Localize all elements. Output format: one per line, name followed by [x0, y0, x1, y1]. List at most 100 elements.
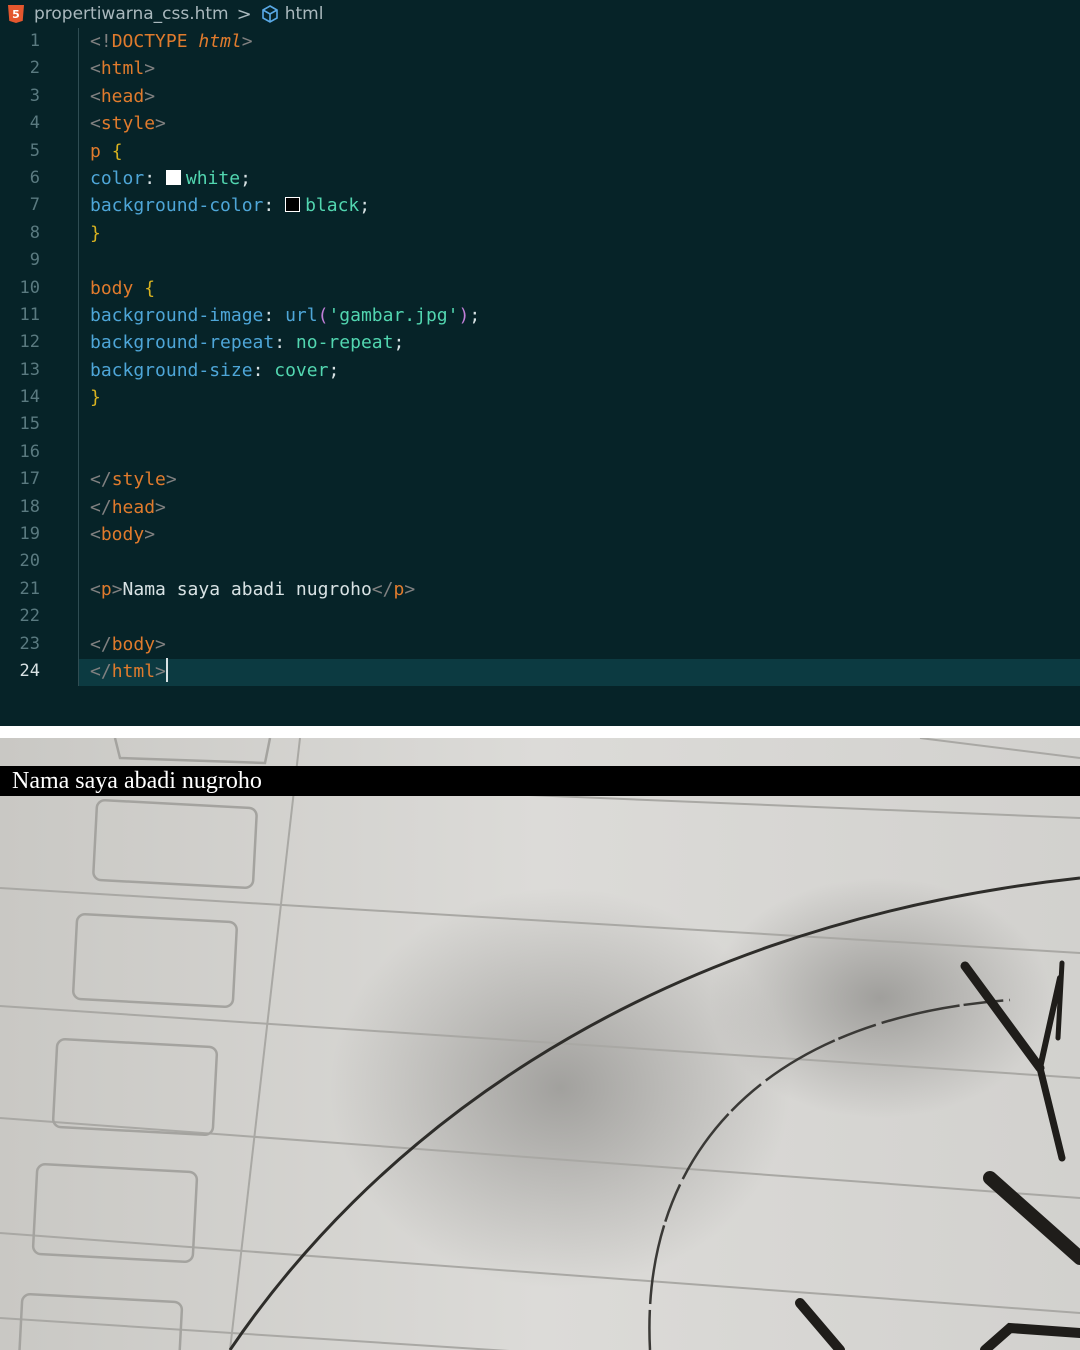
code-line[interactable]: [90, 439, 480, 466]
code-token: (: [317, 304, 329, 326]
code-editor[interactable]: 5 propertiwarna_css.htm > html 123456789…: [0, 0, 1080, 726]
code-token: 'gambar.jpg': [328, 304, 459, 326]
code-token: }: [90, 222, 101, 244]
code-token: :: [263, 304, 286, 326]
code-token: >: [404, 578, 416, 600]
code-token: </: [371, 578, 394, 600]
code-token: ;: [393, 332, 405, 354]
line-number: 4: [29, 113, 40, 134]
code-token: ;: [328, 359, 340, 381]
code-token: >: [241, 31, 253, 52]
code-token: :: [144, 167, 166, 189]
code-token: {: [111, 140, 123, 162]
code-token: background-image: [90, 304, 264, 326]
code-token: black: [305, 195, 360, 217]
code-token: >: [155, 660, 166, 682]
code-token: </: [90, 496, 112, 518]
code-line[interactable]: <head>: [90, 83, 480, 110]
code-line[interactable]: body {: [90, 275, 480, 302]
code-line[interactable]: }: [90, 384, 480, 411]
code-line[interactable]: <body>: [90, 521, 480, 548]
code-token: :: [263, 195, 286, 217]
line-number: 19: [19, 524, 40, 545]
line-number-gutter: 1 2 3 4 5 6 7 8 9 10 11 12 13 14 15 16 17 18 19 20 21 22 23 24: [0, 28, 60, 685]
line-number: 10: [19, 277, 40, 298]
breadcrumb-file[interactable]: propertiwarna_css.htm: [34, 4, 229, 24]
code-token: >: [165, 469, 177, 491]
background-photo: [0, 738, 1080, 1350]
line-number: 13: [19, 359, 40, 380]
code-token: style: [100, 113, 156, 135]
code-token: >: [144, 524, 156, 546]
line-number: 6: [29, 167, 40, 188]
line-number: 14: [19, 387, 40, 408]
code-token: html: [198, 31, 242, 52]
line-number: 12: [19, 332, 40, 353]
text-cursor: [165, 657, 168, 682]
code-line[interactable]: color: white;: [90, 165, 480, 192]
code-token: url: [285, 304, 318, 326]
code-token: :: [252, 359, 275, 381]
code-line[interactable]: <p>Nama saya abadi nugroho</p>: [90, 576, 480, 603]
code-token: <: [90, 524, 101, 546]
code-line[interactable]: </html>: [90, 657, 480, 685]
code-line[interactable]: [90, 603, 480, 630]
code-line[interactable]: [90, 548, 480, 575]
code-line[interactable]: <!DOCTYPE html>: [90, 28, 480, 55]
code-token: >: [111, 578, 123, 600]
code-line[interactable]: </head>: [90, 494, 480, 521]
line-number: 22: [19, 606, 40, 627]
code-line[interactable]: </body>: [90, 631, 480, 658]
code-token: head: [111, 496, 156, 518]
code-token: head: [100, 85, 145, 107]
code-token: >: [155, 113, 166, 135]
code-token: ): [458, 304, 470, 326]
code-token: html: [100, 58, 145, 80]
code-token: color: [90, 167, 145, 189]
code-token: {: [144, 277, 156, 299]
code-token: html: [111, 660, 156, 682]
code-token: </: [90, 660, 112, 682]
code-line[interactable]: <style>: [90, 110, 480, 137]
code-line[interactable]: background-color: black;: [90, 192, 480, 219]
breadcrumb-symbol[interactable]: html: [285, 4, 324, 24]
code-line[interactable]: background-image: url('gambar.jpg');: [90, 302, 480, 329]
line-number: 16: [19, 441, 40, 462]
breadcrumb-separator: >: [236, 3, 252, 25]
code-token: Nama saya abadi nugroho: [122, 578, 372, 600]
color-swatch[interactable]: [285, 197, 301, 213]
code-token: body: [111, 633, 156, 655]
line-number: 7: [29, 195, 40, 216]
code-token: DOCTYPE: [111, 31, 199, 52]
code-line[interactable]: p {: [90, 138, 480, 165]
code-token: ;: [469, 304, 481, 326]
rendered-paragraph: Nama saya abadi nugroho: [0, 766, 1080, 796]
code-token: >: [144, 58, 156, 80]
code-line[interactable]: <html>: [90, 55, 480, 82]
code-line[interactable]: </style>: [90, 466, 480, 493]
code-line[interactable]: background-size: cover;: [90, 357, 480, 384]
code-line[interactable]: }: [90, 220, 480, 247]
code-token: </: [90, 633, 112, 655]
code-line[interactable]: background-repeat: no-repeat;: [90, 329, 480, 356]
html5-icon: 5: [8, 5, 24, 23]
code-area[interactable]: <!DOCTYPE html> <html> <head> <style> p {col…: [90, 28, 480, 685]
code-token: </: [90, 469, 112, 491]
code-token: no-repeat: [295, 332, 394, 354]
code-line[interactable]: [90, 247, 480, 274]
code-token: background-repeat: [90, 332, 275, 354]
code-token: background-size: [90, 359, 253, 381]
line-number: 9: [29, 250, 40, 271]
code-line[interactable]: [90, 411, 480, 438]
cube-icon: [261, 5, 278, 23]
code-token: >: [155, 633, 166, 655]
breadcrumb: 5 propertiwarna_css.htm > html: [0, 0, 1080, 28]
browser-preview: Nama saya abadi nugroho: [0, 738, 1080, 1350]
code-token: :: [274, 332, 296, 354]
code-token: p: [100, 578, 112, 600]
indent-guide: [78, 28, 79, 686]
color-swatch[interactable]: [165, 169, 181, 185]
line-number: 11: [19, 304, 40, 325]
line-number: 21: [19, 578, 40, 599]
line-number: 18: [19, 496, 40, 517]
